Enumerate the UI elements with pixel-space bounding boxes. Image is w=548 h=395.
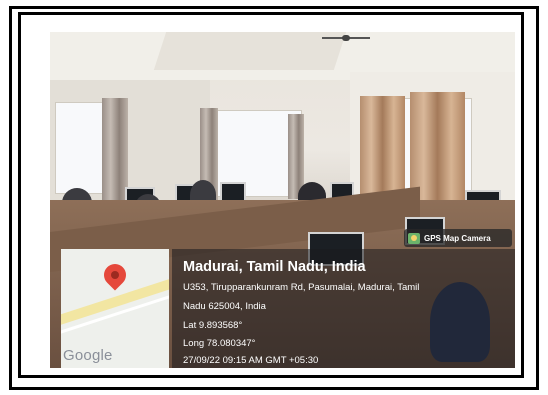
location-title: Madurai, Tamil Nadu, India [183,259,366,275]
ceiling-fan [322,34,370,42]
address-line-1: U353, Tirupparankunram Rd, Pasumalai, Ma… [183,282,420,293]
window-left [55,102,109,194]
camera-icon [408,232,420,244]
monitor [220,182,246,202]
map-thumbnail: Google [61,249,169,368]
map-logo: Google [63,347,113,364]
ceiling-beam [153,32,347,70]
timestamp: 27/09/22 09:15 AM GMT +05:30 [183,355,319,366]
latitude: Lat 9.893568° [183,320,243,331]
longitude: Long 78.080347° [183,338,256,349]
location-info-panel: Madurai, Tamil Nadu, India U353, Tiruppa… [172,249,515,368]
address-line-2: Nadu 625004, India [183,301,266,312]
app-tag-label: GPS Map Camera [424,233,491,243]
map-pin-icon [99,259,131,291]
gps-map-camera-tag: GPS Map Camera [404,229,512,247]
